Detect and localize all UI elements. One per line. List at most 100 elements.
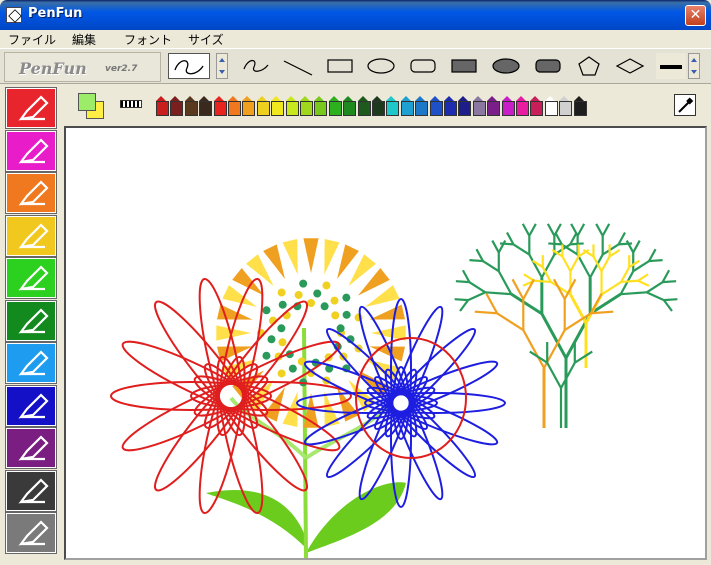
pen-flower-tool[interactable] [5,129,57,172]
tree-branch [637,273,649,282]
pen-spiral-icon [18,180,49,206]
filled-rounded-rect-icon [535,59,561,73]
tree-branch [646,291,665,302]
color-crayon-22[interactable] [458,96,472,116]
tree-branch [485,293,499,314]
rounded-rect-tool[interactable] [405,53,441,79]
pen-palette [0,84,62,565]
color-crayon-24[interactable] [487,96,501,116]
undo-icon [18,520,49,546]
pen-random-tool[interactable] [5,342,57,384]
tree-branch [521,223,531,237]
filled-ellipse-icon [492,58,520,74]
tree-branch [637,279,650,287]
color-crayon-3[interactable] [184,96,198,116]
line-width-spinner[interactable] [688,53,700,79]
tree-branch [455,280,470,284]
pen-rainbow-tool[interactable] [5,214,57,257]
eyedropper-tool[interactable] [674,94,696,116]
menu-font[interactable]: フォント [116,30,180,48]
menu-edit[interactable]: 編集 [64,30,104,48]
fg-bg-swatch[interactable] [76,91,108,121]
color-crayon-29[interactable] [559,96,573,116]
pentagon-tool[interactable] [571,53,607,79]
diamond-tool[interactable] [612,53,648,79]
close-button[interactable]: ✕ [685,5,706,26]
eraser-tool[interactable] [5,469,57,512]
color-crayon-17[interactable] [386,96,400,116]
tree-branch [561,255,572,272]
tree-branch [497,270,513,295]
shape-toolbar: PenFun ver2.7 [0,48,711,84]
line-width-preview[interactable] [656,53,686,79]
pen-text-tool[interactable] [5,299,57,342]
color-crayon-26[interactable] [516,96,529,116]
color-crayon-23[interactable] [472,96,486,116]
color-crayon-18[interactable] [400,96,414,116]
rectangle-tool[interactable] [322,53,358,79]
color-crayon-15[interactable] [357,96,371,116]
current-pen-preview[interactable] [168,53,210,79]
logo-version: ver2.7 [105,64,138,74]
color-crayon-1[interactable] [156,96,169,116]
ellipse-tool[interactable] [363,53,399,79]
tree-branch [648,248,657,262]
spray-tool[interactable] [5,384,57,427]
tree-branch [529,350,548,364]
color-crayon-11[interactable] [300,96,313,116]
color-crayon-16[interactable] [372,96,385,116]
eyedropper-icon [678,97,694,113]
pen-spiral-tool[interactable] [5,172,57,214]
tree-branch [663,298,678,302]
undo-tool[interactable] [5,512,57,554]
color-crayon-14[interactable] [343,96,357,116]
color-crayon-30[interactable] [573,96,587,116]
color-crayon-4[interactable] [199,96,213,116]
sun-dot [262,351,271,360]
tree-branch [608,249,621,258]
tree-branch [510,292,543,316]
color-crayon-10[interactable] [285,96,299,116]
color-crayon-19[interactable] [415,96,429,116]
color-crayon-21[interactable] [444,96,457,116]
line-tool[interactable] [280,53,316,79]
pen-sparkle-tool[interactable] [5,257,57,299]
pen-size-spinner[interactable] [216,53,228,79]
color-crayon-27[interactable] [530,96,544,116]
pattern-icon[interactable] [120,100,142,108]
color-crayon-6[interactable] [228,96,241,116]
tree-branch [468,281,486,294]
color-crayon-13[interactable] [328,96,342,116]
foreground-color-swatch[interactable] [78,93,96,111]
pen-text-icon [18,307,49,334]
color-crayon-5[interactable] [213,96,227,116]
drawing-artwork [110,223,678,558]
tree-branch [491,240,500,253]
tree-branch [454,298,469,302]
color-crayon-8[interactable] [256,96,270,116]
tree-branch [496,312,524,332]
freehand-tool[interactable] [238,53,274,79]
menu-size[interactable]: サイズ [180,30,232,48]
color-crayon-7[interactable] [242,96,256,116]
color-crayon-12[interactable] [314,96,328,116]
filled-rounded-rect-tool[interactable] [530,53,566,79]
pen-red-tool[interactable] [5,87,57,129]
filled-ellipse-tool[interactable] [488,53,524,79]
sun-dot [313,289,322,298]
filled-rect-tool[interactable] [446,53,482,79]
color-crayon-9[interactable] [271,96,285,116]
pen-flower-icon [18,137,49,164]
color-crayon-25[interactable] [501,96,515,116]
fill-bucket-tool[interactable] [5,427,57,469]
menu-file[interactable]: ファイル [0,30,64,48]
color-crayon-2[interactable] [170,96,184,116]
drawing-canvas[interactable] [64,126,707,560]
logo-name: PenFun [19,59,87,78]
sun-dot [294,290,303,299]
sun-dot [342,310,351,319]
color-crayon-20[interactable] [429,96,443,116]
tree-branch [601,223,611,237]
color-crayon-28[interactable] [544,96,558,116]
tree-branch [662,280,677,284]
